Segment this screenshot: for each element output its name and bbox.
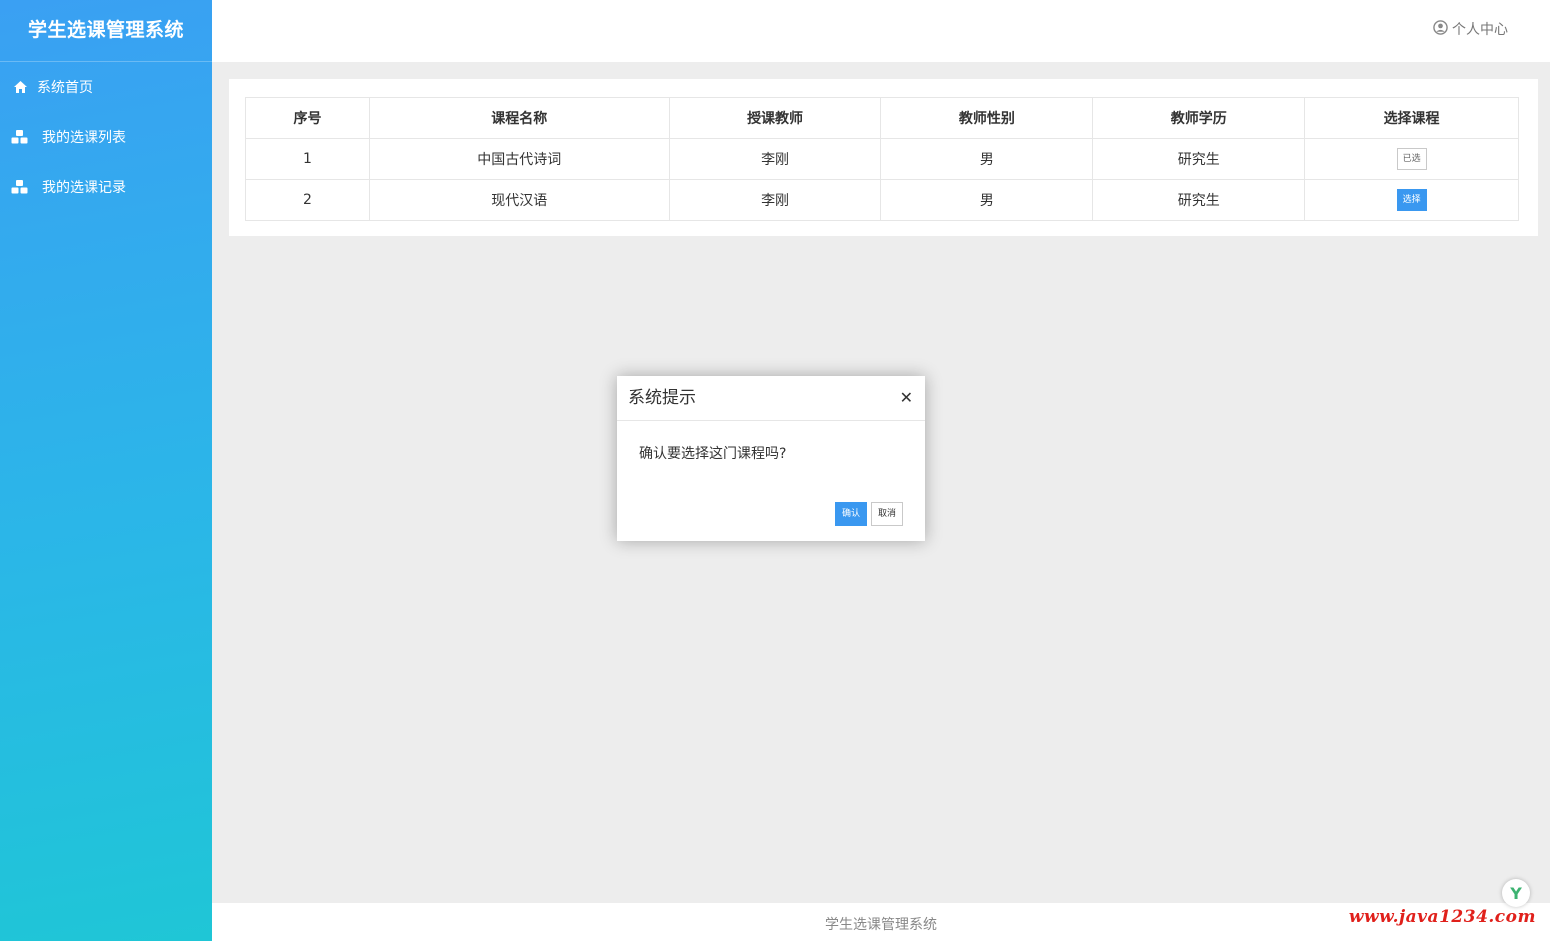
column-header: 教师学历 — [1092, 97, 1306, 139]
cell-action: 已选 — [1304, 138, 1519, 180]
column-header: 序号 — [245, 97, 370, 139]
select-course-button[interactable]: 选择 — [1396, 189, 1427, 211]
table-row: 1 中国古代诗词 李刚 男 研究生 已选 — [245, 138, 1519, 180]
sidebar-item-home[interactable]: 系统首页 — [0, 62, 212, 112]
cell-gender: 男 — [880, 138, 1094, 180]
column-header: 授课教师 — [668, 97, 882, 139]
close-icon[interactable]: ✕ — [900, 376, 913, 420]
cell-action: 选择 — [1304, 179, 1519, 221]
cell-course: 现代汉语 — [368, 179, 670, 221]
sidebar: 学生选课管理系统 系统首页 我的选课列表 我的选课记录 — [0, 0, 212, 941]
sidebar-item-label: 系统首页 — [37, 80, 93, 96]
column-header: 课程名称 — [368, 97, 670, 139]
cell-degree: 研究生 — [1092, 179, 1306, 221]
sidebar-item-label: 我的选课列表 — [42, 130, 126, 146]
cubes-icon — [9, 179, 31, 195]
column-header: 教师性别 — [880, 97, 1094, 139]
selected-button[interactable]: 已选 — [1396, 148, 1427, 170]
confirm-dialog: 系统提示 ✕ 确认要选择这门课程吗? 确认 取消 — [617, 376, 925, 541]
cubes-icon — [9, 129, 31, 145]
table-header-row: 序号 课程名称 授课教师 教师性别 教师学历 选择课程 — [245, 97, 1519, 139]
course-panel: 序号 课程名称 授课教师 教师性别 教师学历 选择课程 1 中国古代诗词 李刚 … — [229, 79, 1538, 236]
cell-gender: 男 — [880, 179, 1094, 221]
confirm-button[interactable]: 确认 — [834, 502, 867, 526]
cell-index: 1 — [245, 138, 370, 180]
watermark-badge-icon: Y — [1502, 879, 1530, 907]
cell-degree: 研究生 — [1092, 138, 1306, 180]
sidebar-item-course-list[interactable]: 我的选课列表 — [0, 112, 212, 162]
user-center-link[interactable]: 个人中心 — [1433, 19, 1508, 39]
cell-teacher: 李刚 — [668, 138, 882, 180]
column-header: 选择课程 — [1304, 97, 1519, 139]
cancel-button[interactable]: 取消 — [870, 502, 903, 526]
top-header: 个人中心 — [212, 0, 1550, 62]
app-logo-title: 学生选课管理系统 — [0, 0, 212, 62]
cell-course: 中国古代诗词 — [368, 138, 670, 180]
dialog-actions: 确认 取消 — [834, 502, 903, 526]
cell-index: 2 — [245, 179, 370, 221]
sidebar-item-label: 我的选课记录 — [42, 180, 126, 196]
dialog-message: 确认要选择这门课程吗? — [639, 446, 787, 462]
user-center-label: 个人中心 — [1452, 22, 1508, 38]
course-table: 序号 课程名称 授课教师 教师性别 教师学历 选择课程 1 中国古代诗词 李刚 … — [245, 97, 1519, 221]
home-icon — [9, 81, 31, 93]
watermark: www.java1234.com — [1348, 907, 1536, 927]
user-circle-icon — [1433, 19, 1452, 39]
sidebar-item-course-records[interactable]: 我的选课记录 — [0, 162, 212, 212]
cell-teacher: 李刚 — [668, 179, 882, 221]
dialog-header: 系统提示 ✕ — [617, 376, 925, 421]
table-row: 2 现代汉语 李刚 男 研究生 选择 — [245, 179, 1519, 221]
dialog-title: 系统提示 — [628, 388, 696, 408]
